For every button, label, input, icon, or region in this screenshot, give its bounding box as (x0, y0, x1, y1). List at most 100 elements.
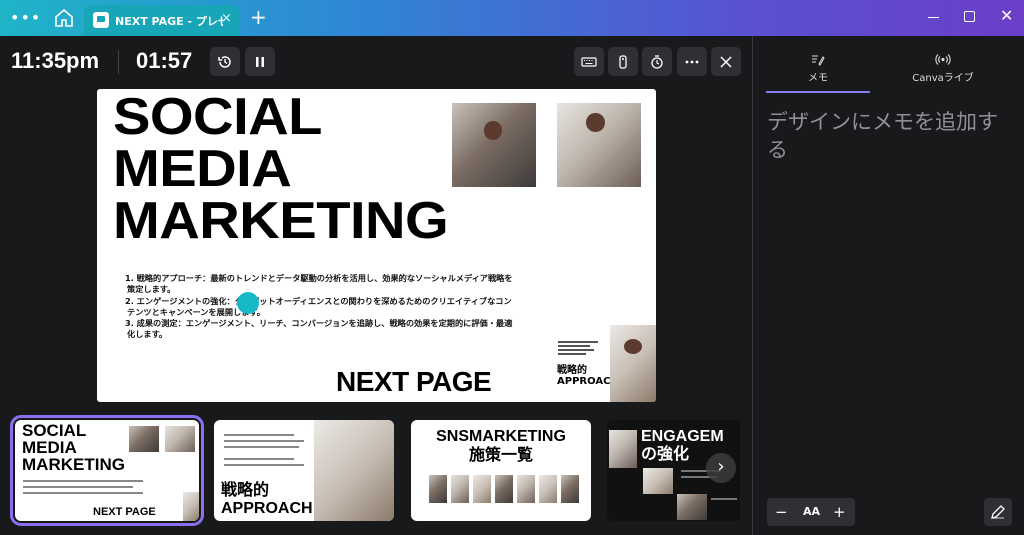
tab-notes[interactable]: メモ (766, 53, 870, 84)
photo-woman-phone (557, 103, 641, 187)
title-line: SOCIAL (113, 89, 322, 146)
slide-title: SOCIAL MEDIA MARKETING (113, 89, 449, 250)
notes-input[interactable]: デザインにメモを追加する (767, 108, 1017, 164)
thumb-title: SNSMARKETING 施策一覧 (414, 427, 588, 465)
slide-thumbnail-2[interactable]: 戦略的 APPROACH (214, 420, 394, 521)
divider (118, 50, 119, 74)
thumb-photo (429, 475, 447, 503)
title-bar: ••• NEXT PAGE - プレゼン × + ✕ (0, 0, 1024, 36)
notes-panel: メモ Canvaライブ デザインにメモを追加する − AA + (752, 36, 1024, 535)
edit-button[interactable] (984, 498, 1012, 526)
list-item: テンツとキャンペーンを展開します。 (127, 306, 265, 317)
timer-button[interactable] (642, 47, 672, 76)
photo-woman-seated (610, 325, 656, 402)
pause-icon (256, 57, 264, 67)
thumb-title-line: ENGAGEM (641, 428, 724, 445)
exit-presenter-button[interactable] (711, 47, 741, 76)
thumb-text-line (711, 498, 737, 500)
close-icon (720, 56, 732, 68)
pause-button[interactable] (245, 47, 275, 76)
thumb-photo (517, 475, 535, 503)
thumb-photo (473, 475, 491, 503)
more-icon (685, 60, 699, 64)
zoom-out-button[interactable]: − (775, 503, 788, 521)
thumb-title-line: SNSMARKETING (436, 428, 566, 445)
thumb-title-line: 戦略的 (221, 482, 270, 499)
maximize-icon[interactable] (964, 11, 975, 22)
thumb-title-line: 施策一覧 (468, 447, 533, 464)
current-slide[interactable]: SOCIAL MEDIA MARKETING 1. 戦略的アプローチ：最新のトレ… (97, 89, 656, 402)
thumb-title: 戦略的 APPROACH (221, 482, 313, 518)
text-size-controls: − AA + (767, 498, 855, 526)
slide-footer-title: NEXT PAGE (336, 366, 492, 397)
list-item: 3. 成果の測定：エンゲージメント、リーチ、コンバージョンを追跡し、戦略の効果を… (125, 318, 513, 329)
canva-doc-icon (93, 12, 109, 28)
broadcast-icon (935, 54, 951, 65)
thumb-title-line: SOCIAL (22, 421, 87, 440)
slide-thumbnail-3[interactable]: SNSMARKETING 施策一覧 (411, 420, 591, 521)
thumb-title: SOCIAL MEDIA MARKETING (22, 422, 125, 473)
title-line: MARKETING (113, 192, 449, 250)
history-icon (218, 56, 231, 68)
more-options-button[interactable] (677, 47, 707, 76)
zoom-in-button[interactable]: + (833, 503, 846, 521)
laser-pointer (237, 292, 259, 314)
list-item: 策定します。 (127, 284, 176, 295)
active-tab-indicator (766, 91, 870, 93)
thumb-title-line: MARKETING (22, 455, 125, 474)
elapsed-timer: 01:57 (136, 48, 193, 73)
list-item: 1. 戦略的アプローチ：最新のトレンドとデータ駆動の分析を活用し、効果的なソーシ… (125, 273, 513, 283)
chevron-right-icon[interactable]: › (706, 453, 736, 483)
text-size-icon: AA (803, 505, 821, 518)
thumb-photo (609, 430, 637, 468)
tab-close-icon[interactable]: × (221, 11, 232, 26)
thumb-photo (314, 420, 394, 521)
thumb-photo (539, 475, 557, 503)
menu-dots-icon[interactable]: ••• (10, 8, 40, 28)
window-close-icon[interactable]: ✕ (1000, 6, 1013, 25)
tab-canva-live[interactable]: Canvaライブ (891, 53, 995, 84)
remote-icon (619, 55, 627, 69)
thumb-photo (677, 494, 707, 520)
list-item: 化します。 (127, 329, 168, 340)
thumb-text-line (224, 434, 294, 436)
thumb-text-line (224, 446, 299, 448)
tab-notes-label: メモ (808, 73, 828, 84)
thumb-photo (183, 492, 199, 521)
thumb-text-line (224, 440, 304, 442)
thumb-photo (451, 475, 469, 503)
thumb-footer: NEXT PAGE (93, 506, 156, 518)
thumb-photo (495, 475, 513, 503)
tab-live-label: Canvaライブ (912, 73, 974, 84)
remote-control-button[interactable] (608, 47, 638, 76)
current-time: 11:35pm (11, 48, 100, 73)
thumb-title-line: MEDIA (22, 438, 77, 457)
timer-icon (651, 55, 663, 69)
minimize-icon[interactable] (928, 8, 940, 24)
edit-icon (991, 505, 1005, 519)
pencil-icon (812, 55, 825, 66)
thumb-photo (129, 426, 159, 452)
title-line: MEDIA (113, 140, 292, 198)
thumb-title-line: APPROACH (221, 500, 313, 517)
thumb-text-line (23, 492, 143, 494)
list-item: 2. エンゲージメントの強化：ターゲットオーディエンスとの関わりを深めるためのク… (125, 295, 512, 306)
small-text-block (558, 341, 598, 357)
keyboard-shortcuts-button[interactable] (574, 47, 604, 76)
photo-woman-filming (452, 103, 536, 187)
browser-tab-active[interactable]: NEXT PAGE - プレゼン × (84, 5, 240, 36)
slide-bullet-list: 1. 戦略的アプローチ：最新のトレンドとデータ駆動の分析を活用し、効果的なソーシ… (117, 273, 517, 341)
keyboard-icon (581, 57, 597, 67)
thumb-photo (643, 468, 673, 494)
thumb-text-line (224, 464, 304, 466)
tab-title: NEXT PAGE - プレゼン (115, 15, 223, 28)
new-tab-button[interactable]: + (250, 6, 267, 28)
thumb-photo (561, 475, 579, 503)
thumb-text-line (23, 486, 133, 488)
thumb-text-line (23, 480, 143, 482)
home-icon[interactable] (52, 7, 76, 29)
thumb-text-line (224, 458, 294, 460)
thumb-photo (165, 426, 195, 452)
slide-thumbnail-1[interactable]: SOCIAL MEDIA MARKETING NEXT PAGE (10, 415, 204, 526)
reset-timer-button[interactable] (210, 47, 240, 76)
